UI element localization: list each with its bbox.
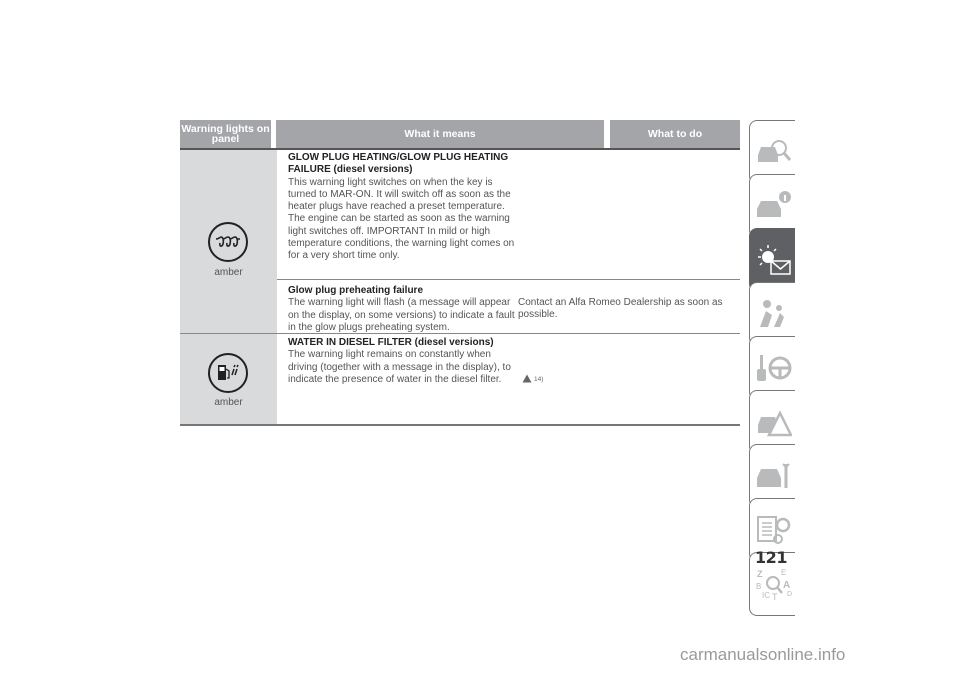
entry-description: Glow plug preheating failure The warning… [288,285,518,334]
row-divider [180,424,740,426]
svg-text:IC: IC [762,591,770,600]
entry-title: GLOW PLUG HEATING/GLOW PLUG HEATING FAIL… [288,152,509,176]
svg-text:Z: Z [757,569,763,579]
warning-lights-table: Warning lights on panel What it means Wh… [180,120,740,426]
car-info-icon [756,191,791,217]
header-what-it-means: What it means [276,120,604,148]
car-warning-triangle-icon [757,410,792,437]
entry-title: Glow plug preheating failure [288,285,424,296]
warning-light-message-icon [757,245,791,275]
header-what-to-do: What to do [610,120,740,148]
svg-text:B: B [756,582,761,591]
lamp-color-label: amber [214,397,243,408]
entry-description: WATER IN DIESEL FILTER (diesel versions)… [288,337,518,386]
header-warning-lights: Warning lights on panel [180,120,271,148]
lamp-color-label: amber [214,267,243,278]
entry-action: Contact an Alfa Romeo Dealership as soon… [518,297,723,321]
entry-description: GLOW PLUG HEATING/GLOW PLUG HEATING FAIL… [288,152,518,263]
entry-title: WATER IN DIESEL FILTER (diesel versions) [288,337,494,348]
airbag-passenger-icon [759,300,784,327]
svg-text:E: E [781,568,786,577]
entry-text: The warning light will flash (a message … [288,297,515,333]
water-in-diesel-filter-icon [208,353,248,393]
page-number: 121 [755,548,787,567]
lamp-cell: amber [180,334,277,424]
entry-text: This warning light switches on when the … [288,176,515,262]
table-row: amber GLOW PLUG HEATING/GLOW PLUG HEATIN… [180,150,740,333]
svg-text:A: A [783,580,790,591]
car-search-icon [757,140,791,162]
warning-note[interactable]: 14) [522,374,543,383]
lamp-cell: amber [180,150,277,333]
key-steering-wheel-icon [756,355,791,381]
table-row: amber WATER IN DIESEL FILTER (diesel ver… [180,334,740,424]
watermark: carmanualsonline.info [680,645,846,664]
car-wrench-icon [756,463,790,488]
entry-divider [277,279,740,280]
table-header: Warning lights on panel What it means Wh… [180,120,740,150]
glow-plug-icon [208,222,248,262]
entry-text: The warning light remains on constantly … [288,349,511,385]
alphabetical-index-icon: Z E B A IC T D [756,568,792,601]
warning-triangle-icon [522,374,532,383]
note-reference: 14) [534,376,544,383]
svg-text:D: D [787,591,792,598]
svg-text:T: T [772,592,778,601]
specs-gear-icon [756,516,790,544]
